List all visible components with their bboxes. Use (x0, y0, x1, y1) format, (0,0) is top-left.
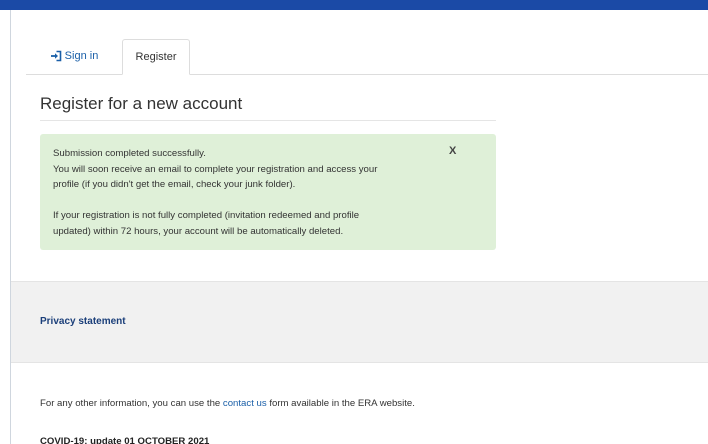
auth-tabs: Sign in Register (26, 39, 190, 75)
tab-sign-in[interactable]: Sign in (26, 39, 122, 73)
info-prefix: For any other information, you can use t… (40, 398, 221, 409)
close-alert-button[interactable]: X (449, 144, 456, 160)
info-suffix: form available in the ERA website. (269, 398, 415, 409)
success-alert: Submission completed successfully. You w… (40, 134, 496, 250)
contact-us-link[interactable]: contact us (223, 398, 267, 409)
alert-line-4: If your registration is not fully comple… (53, 210, 360, 221)
title-divider (40, 120, 496, 121)
page-frame: Sign in Register Register for a new acco… (0, 0, 708, 444)
top-bar (0, 0, 708, 10)
tab-register-label: Register (135, 51, 177, 63)
alert-line-3: profile (if you didn't get the email, ch… (53, 179, 296, 190)
alert-line-1: Submission completed successfully. (53, 148, 206, 159)
tab-register[interactable]: Register (122, 39, 190, 75)
page-title: Register for a new account (40, 94, 243, 113)
alert-line-2: You will soon receive an email to comple… (53, 163, 378, 175)
sign-in-icon (50, 50, 61, 62)
covid-update-heading: COVID-19: update 01 OCTOBER 2021 (40, 436, 210, 444)
alert-line-5: updated) within 72 hours, your account w… (53, 225, 344, 237)
contact-info-text: For any other information, you can use t… (40, 398, 415, 409)
tab-sign-in-label: Sign in (64, 50, 99, 62)
privacy-statement-link[interactable]: Privacy statement (40, 316, 126, 327)
content-border (10, 10, 11, 444)
